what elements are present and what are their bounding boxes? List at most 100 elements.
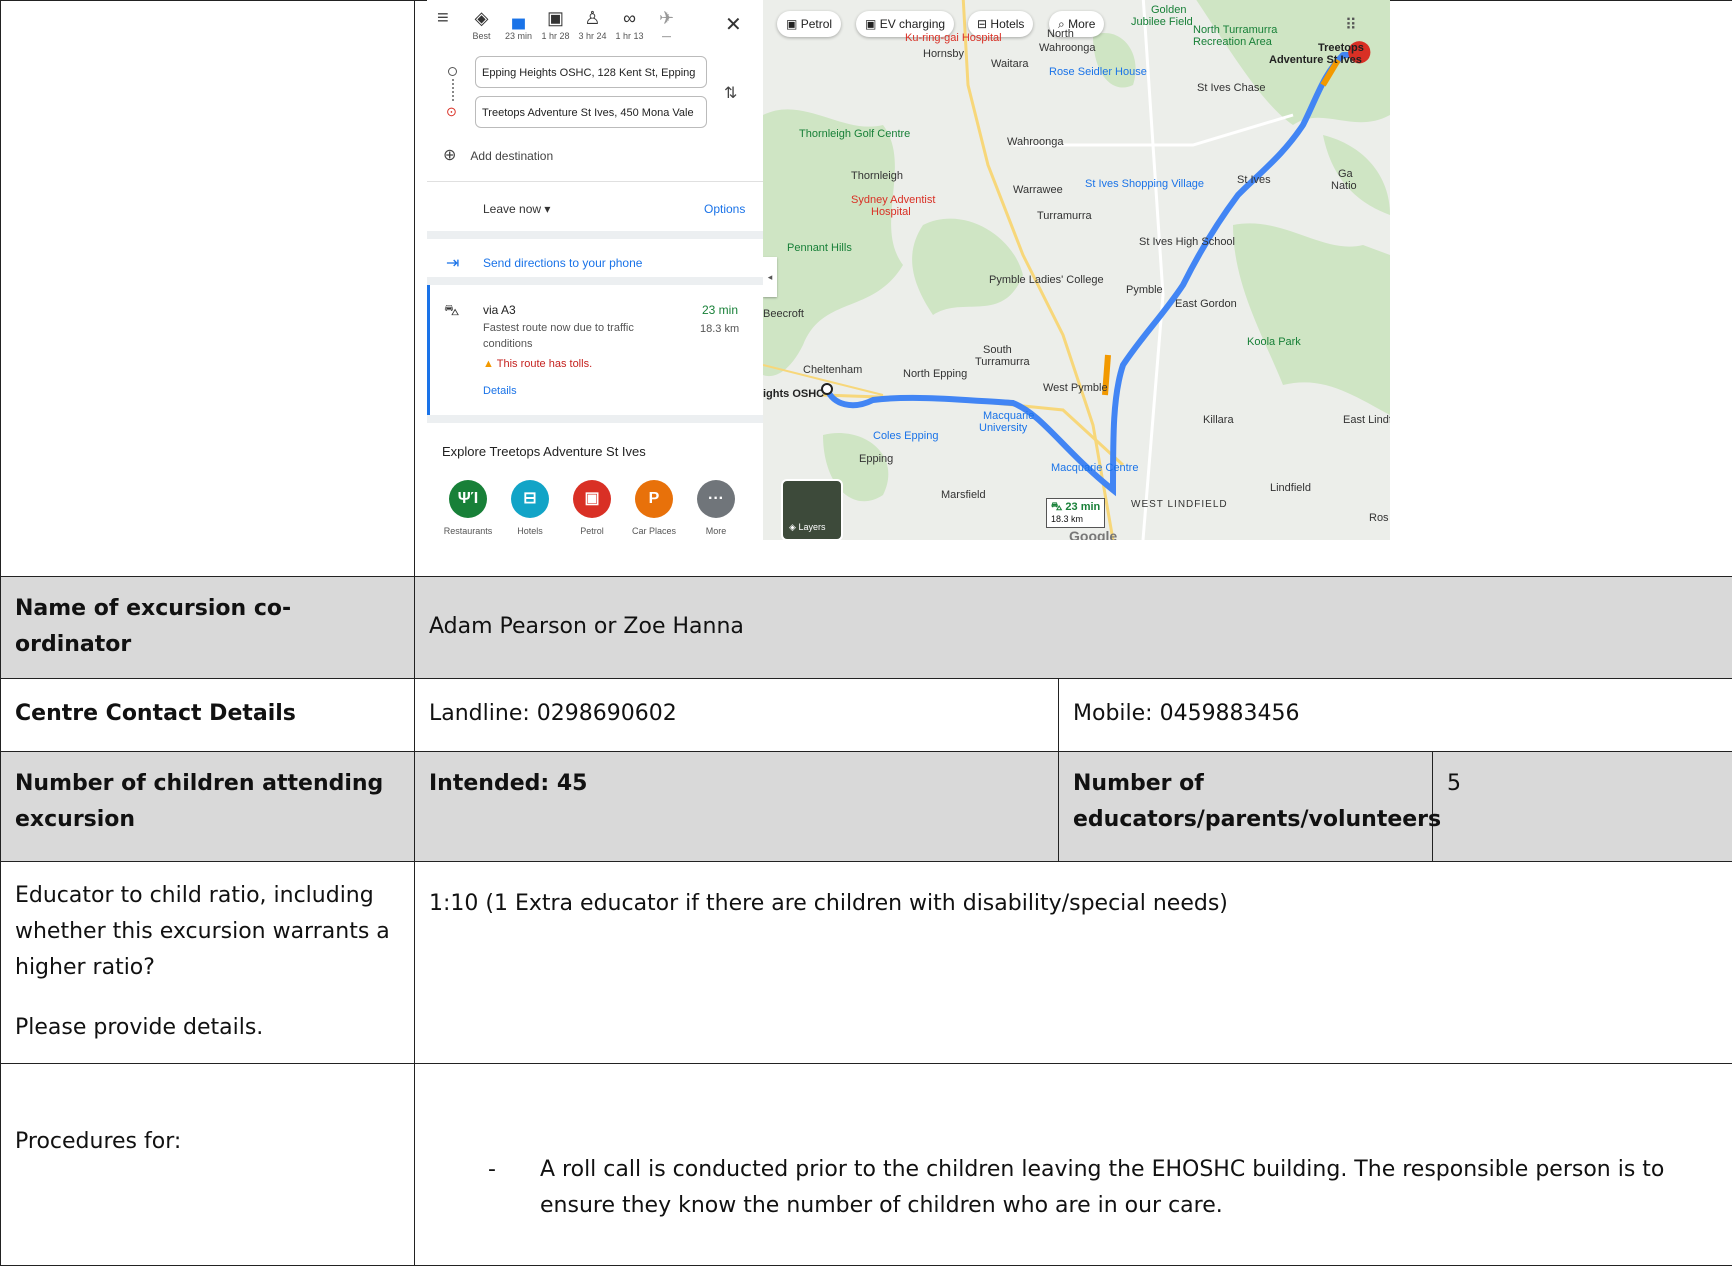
contact-row: Centre Contact Details Landline: 0298690… xyxy=(1,678,1732,751)
map-label: Beecroft xyxy=(763,305,804,323)
parking-icon: P xyxy=(635,480,673,518)
route-option[interactable]: ⛍ via A3 23 min 18.3 km Fastest route no… xyxy=(427,285,763,415)
map-label: Natio xyxy=(1331,177,1357,195)
map-label: Turramurra xyxy=(1037,207,1092,225)
coordinator-label: Name of excursion co-ordinator xyxy=(1,577,415,679)
menu-icon[interactable]: ≡ xyxy=(437,7,463,29)
excursion-form-table: ≡ ◈Best ▄ 23 min ▣1 hr 28 ♙3 hr 24 ∞1 hr … xyxy=(0,0,1732,1266)
mode-transit[interactable]: ▣1 hr 28 xyxy=(537,7,574,44)
send-to-phone-icon: ⇥ xyxy=(446,251,459,277)
layers-label: ◈ Layers xyxy=(789,520,825,535)
separator xyxy=(427,415,763,423)
map-label: Hospital xyxy=(871,203,911,221)
map-label: Recreation Area xyxy=(1193,33,1272,51)
collapse-panel-button[interactable]: ◂ xyxy=(763,257,777,297)
add-circle-icon: ⊕ xyxy=(443,147,456,164)
map-label: Thornleigh xyxy=(851,167,903,185)
map-label: West Pymble xyxy=(1043,379,1108,397)
mode-flight[interactable]: ✈— xyxy=(648,7,685,44)
layers-text: Layers xyxy=(798,522,825,532)
car-icon: ⛍ xyxy=(1051,501,1062,513)
route-details-link[interactable]: Details xyxy=(483,382,517,400)
children-row: Number of children attending excursion I… xyxy=(1,751,1732,861)
chip-petrol[interactable]: ▣ Petrol xyxy=(777,11,841,37)
map-label: Koola Park xyxy=(1247,333,1301,351)
origin-dot-icon xyxy=(448,67,457,76)
route-time: 23 min xyxy=(702,301,738,321)
explore-more[interactable]: ···More xyxy=(685,480,747,539)
map-label: Killara xyxy=(1203,411,1234,429)
route-description: Fastest route now due to traffic conditi… xyxy=(483,320,658,352)
mode-label: 23 min xyxy=(505,31,532,41)
mode-label: Best xyxy=(472,31,490,41)
divider xyxy=(427,181,763,182)
explore-label: Car Places xyxy=(632,526,676,536)
mobile-value: Mobile: 0459883456 xyxy=(1059,678,1732,751)
map-view[interactable]: ▣ Petrol ▣ EV charging ⊟ Hotels ⌕ More ⠿… xyxy=(763,0,1390,540)
flight-icon: ✈ xyxy=(648,7,685,29)
close-icon[interactable]: ✕ xyxy=(725,9,742,42)
layers-button[interactable]: ◈ Layers xyxy=(781,479,843,540)
toll-warning-text: This route has tolls. xyxy=(497,358,592,370)
separator xyxy=(427,231,763,239)
explore-title: Explore Treetops Adventure St Ives xyxy=(442,441,646,462)
map-row: ≡ ◈Best ▄ 23 min ▣1 hr 28 ♙3 hr 24 ∞1 hr … xyxy=(1,1,1732,577)
swap-icon[interactable]: ⇅ xyxy=(724,81,737,107)
map-label: Pymble xyxy=(1126,281,1163,299)
origin-input[interactable]: Epping Heights OSHC, 128 Kent St, Epping xyxy=(475,56,707,88)
mode-walk[interactable]: ♙3 hr 24 xyxy=(574,7,611,44)
mode-label: — xyxy=(662,31,671,41)
hotel-icon: ⊟ xyxy=(511,480,549,518)
educators-label: Number of educators/parents/volunteers xyxy=(1059,751,1433,861)
warning-icon: ▲ xyxy=(483,358,494,370)
eta-time: 23 min xyxy=(1065,501,1100,513)
options-link[interactable]: Options xyxy=(704,200,745,220)
car-icon: ▄ xyxy=(500,7,537,29)
map-label: North Epping xyxy=(903,365,967,383)
map-label: Coles Epping xyxy=(873,427,938,445)
map-label: WEST LINDFIELD xyxy=(1131,497,1228,514)
explore-petrol[interactable]: ▣Petrol xyxy=(561,480,623,539)
leave-now-dropdown[interactable]: Leave now ▾ xyxy=(483,200,550,220)
contact-label: Centre Contact Details xyxy=(1,678,415,751)
map-label: St Ives Shopping Village xyxy=(1085,175,1204,193)
map-label: Wahroonga xyxy=(1007,133,1063,151)
map-label: Turramurra xyxy=(975,353,1030,371)
procedure-item: -A roll call is conducted prior to the c… xyxy=(429,1152,1718,1225)
google-logo: Google xyxy=(1069,525,1117,540)
coordinator-row: Name of excursion co-ordinator Adam Pear… xyxy=(1,577,1732,679)
explore-label: More xyxy=(706,526,727,536)
explore-car-places[interactable]: P Car Places xyxy=(623,480,685,539)
ratio-row: Educator to child ratio, including wheth… xyxy=(1,861,1732,1063)
explore-label: Hotels xyxy=(517,526,543,536)
send-directions-link[interactable]: Send directions to your phone xyxy=(483,254,642,274)
mode-bike[interactable]: ∞1 hr 13 xyxy=(611,7,648,44)
map-label: Ros xyxy=(1369,509,1389,527)
mode-best[interactable]: ◈Best xyxy=(463,7,500,44)
ratio-label-details: Please provide details. xyxy=(15,1010,400,1046)
map-label: Jubilee Field xyxy=(1131,13,1193,31)
destination-input[interactable]: Treetops Adventure St Ives, 450 Mona Val… xyxy=(475,96,707,128)
mode-car[interactable]: ▄ 23 min xyxy=(500,7,537,44)
map-label: Wahroonga xyxy=(1039,39,1095,57)
explore-hotels[interactable]: ⊟ Hotels xyxy=(499,480,561,539)
map-label: University xyxy=(979,419,1027,437)
petrol-icon: ▣ xyxy=(786,17,797,31)
ev-charging-icon: ▣ xyxy=(865,17,876,31)
explore-restaurants[interactable]: ΨΊRestaurants xyxy=(437,480,499,539)
procedure-text: A roll call is conducted prior to the ch… xyxy=(540,1157,1664,1218)
chevron-down-icon: ▾ xyxy=(544,202,550,216)
travel-modes: ≡ ◈Best ▄ 23 min ▣1 hr 28 ♙3 hr 24 ∞1 hr … xyxy=(437,7,685,44)
map-label: Rose Seidler House xyxy=(1049,63,1147,81)
separator xyxy=(427,277,763,285)
add-destination[interactable]: ⊕Add destination xyxy=(443,143,553,169)
map-label: St Ives xyxy=(1237,171,1271,189)
map-label: Adventure St Ives xyxy=(1269,51,1362,69)
bike-icon: ∞ xyxy=(611,7,648,29)
map-label: Warrawee xyxy=(1013,181,1063,199)
route-connector xyxy=(452,79,455,101)
directions-panel: ≡ ◈Best ▄ 23 min ▣1 hr 28 ♙3 hr 24 ∞1 hr … xyxy=(427,0,763,540)
car-icon: ⛍ xyxy=(444,299,459,324)
directions-screenshot: ≡ ◈Best ▄ 23 min ▣1 hr 28 ♙3 hr 24 ∞1 hr … xyxy=(427,0,1390,540)
mode-label: 3 hr 24 xyxy=(578,31,606,41)
